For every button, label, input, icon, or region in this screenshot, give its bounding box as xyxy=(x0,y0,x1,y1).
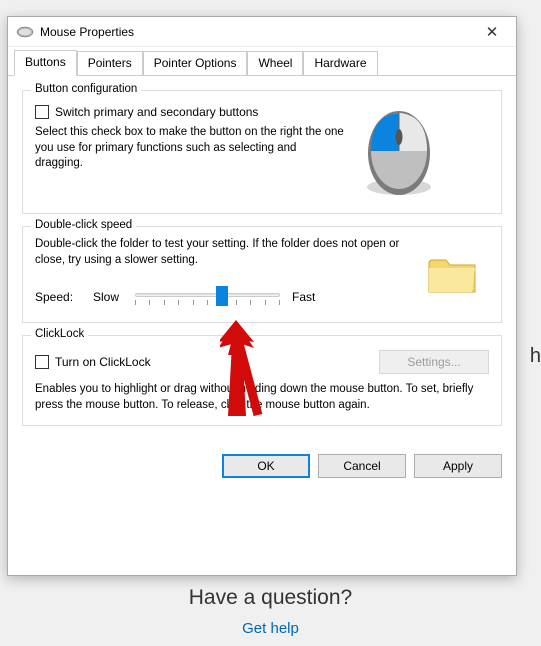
tab-pointer-options[interactable]: Pointer Options xyxy=(143,51,248,75)
cancel-button[interactable]: Cancel xyxy=(318,454,406,478)
tab-pointers[interactable]: Pointers xyxy=(77,51,143,75)
group-legend: Double-click speed xyxy=(31,219,136,231)
slider-track xyxy=(135,293,280,297)
folder-icon xyxy=(426,252,478,296)
dialog-button-row: OK Cancel Apply xyxy=(8,454,516,492)
get-help-link[interactable]: Get help xyxy=(0,620,541,637)
background-text: h xyxy=(530,345,541,368)
close-button[interactable]: ✕ xyxy=(472,18,512,46)
checkbox-label: Switch primary and secondary buttons xyxy=(55,105,258,119)
ok-button[interactable]: OK xyxy=(222,454,310,478)
tab-wheel[interactable]: Wheel xyxy=(247,51,303,75)
footer: Have a question? Get help xyxy=(0,586,541,637)
double-click-speed-slider[interactable] xyxy=(135,284,280,310)
double-click-desc: Double-click the folder to test your set… xyxy=(35,237,402,268)
group-clicklock: ClickLock Turn on ClickLock Settings... … xyxy=(22,335,502,426)
slider-thumb[interactable] xyxy=(216,286,228,306)
checkbox-switch-buttons[interactable] xyxy=(35,105,49,119)
tab-page-buttons: Button configuration Switch primary and … xyxy=(8,76,516,448)
group-double-click-speed: Double-click speed Double-click the fold… xyxy=(22,226,502,323)
apply-button[interactable]: Apply xyxy=(414,454,502,478)
folder-test-area[interactable] xyxy=(414,239,489,309)
slow-label: Slow xyxy=(93,290,129,304)
button-config-desc: Select this check box to make the button… xyxy=(35,125,345,172)
footer-question: Have a question? xyxy=(0,586,541,610)
group-button-configuration: Button configuration Switch primary and … xyxy=(22,90,502,214)
checkbox-clicklock[interactable] xyxy=(35,355,49,369)
window-title: Mouse Properties xyxy=(40,25,472,39)
mouse-properties-dialog: Mouse Properties ✕ Buttons Pointers Poin… xyxy=(7,16,517,576)
tab-buttons[interactable]: Buttons xyxy=(14,50,77,76)
speed-label: Speed: xyxy=(35,290,87,304)
checkbox-label: Turn on ClickLock xyxy=(55,355,151,369)
fast-label: Fast xyxy=(292,290,328,304)
clicklock-desc: Enables you to highlight or drag without… xyxy=(35,382,489,413)
tab-hardware[interactable]: Hardware xyxy=(303,51,377,75)
tabstrip: Buttons Pointers Pointer Options Wheel H… xyxy=(8,47,516,76)
clicklock-settings-button: Settings... xyxy=(379,350,489,374)
group-legend: ClickLock xyxy=(31,328,88,340)
slider-ticks xyxy=(135,300,280,305)
group-legend: Button configuration xyxy=(31,83,141,95)
mouse-icon xyxy=(16,26,34,38)
titlebar: Mouse Properties ✕ xyxy=(8,17,516,47)
mouse-illustration xyxy=(357,101,442,201)
